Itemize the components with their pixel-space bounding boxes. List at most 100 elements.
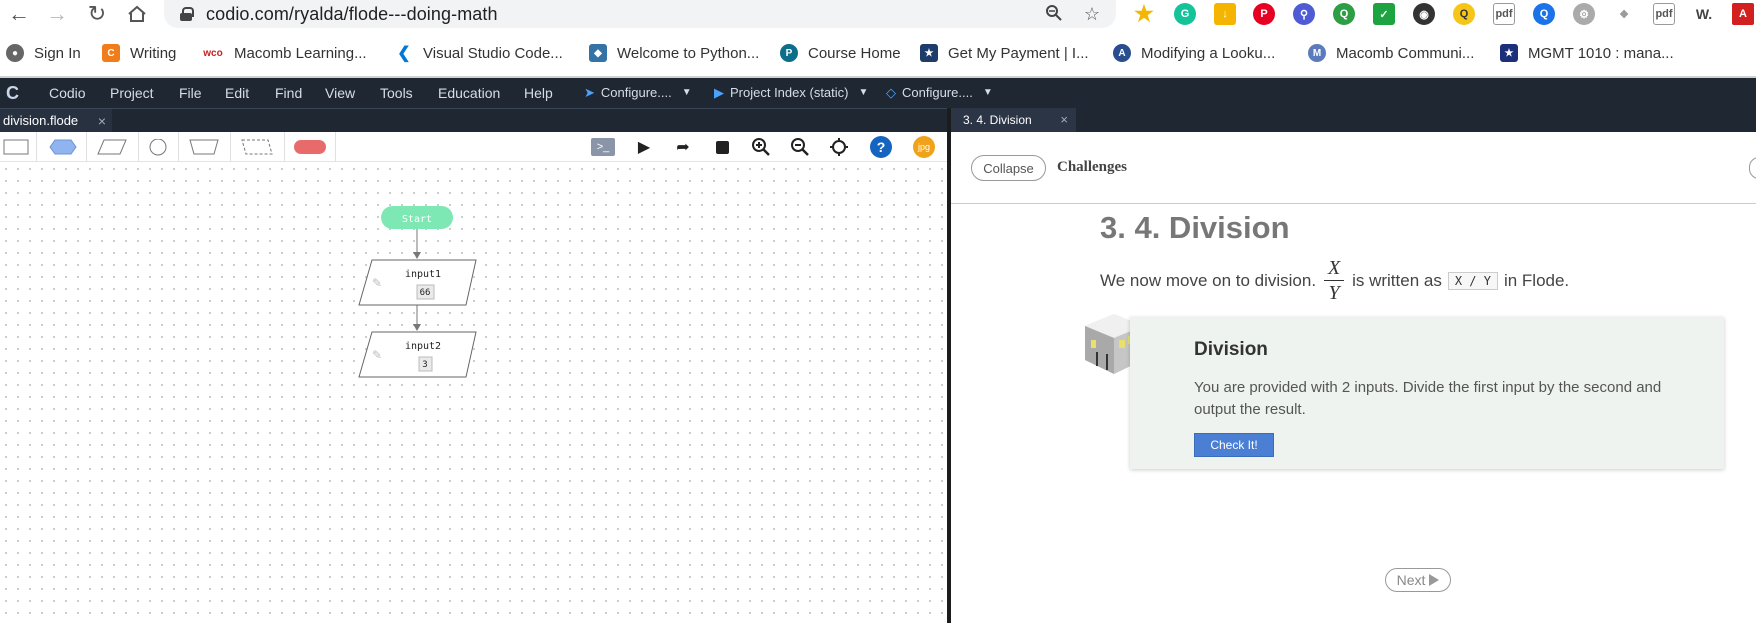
guide-panel: Collapse Challenges 3. 4. Division We no… [951,132,1756,623]
challenges-label[interactable]: Challenges [1057,159,1127,176]
bookmark-course-home[interactable]: P Course Home [780,38,901,68]
pdf-doc-icon[interactable]: pdf [1653,3,1675,25]
menu-help[interactable]: Help [524,78,553,108]
run-icon[interactable]: ▶ [632,136,656,158]
download-icon[interactable]: ↓ [1214,3,1236,25]
bookmark-python[interactable]: ◆ Welcome to Python... [589,38,759,68]
menu-edit[interactable]: Edit [225,78,249,108]
step-icon[interactable]: ➦ [671,136,695,158]
tab-label: division.flode [3,113,79,128]
intro-text: We now move on to division. X Y is writt… [1100,258,1569,303]
center-target-icon[interactable] [827,136,851,158]
dropbox-icon[interactable]: ❖ [1613,3,1635,25]
back-arrow-icon[interactable]: ← [0,0,38,28]
decision-shape-icon[interactable] [49,139,77,155]
forward-arrow-icon[interactable]: → [38,0,76,28]
flowchart: Start input1 66 ✎ input2 3 ✎ [358,206,477,378]
flowchart-canvas[interactable]: Start input1 66 ✎ input2 3 ✎ [0,163,947,623]
reload-icon[interactable]: ↻ [78,0,116,28]
trapezoid-shape-icon[interactable] [189,139,219,155]
export-jpg-icon[interactable]: jpg [913,136,935,158]
collapse-button[interactable]: Collapse [971,155,1046,181]
w-extension-icon[interactable]: W. [1693,3,1715,25]
bookmark-writing[interactable]: C Writing [102,38,176,68]
fraction-numerator: X [1327,257,1341,279]
grammarly-icon[interactable]: G [1174,3,1196,25]
menu-file[interactable]: File [179,78,202,108]
io-shape-icon[interactable] [97,139,127,155]
connector-shape-icon[interactable] [149,139,167,157]
search-green-icon[interactable]: Q [1333,3,1355,25]
irs-icon: ★ [920,44,938,62]
search-blue-icon[interactable]: Q [1533,3,1555,25]
bookmark-sign-in[interactable]: ● Sign In [6,38,81,68]
bookmark-label: Get My Payment | I... [948,44,1089,62]
bookmark-vscode[interactable]: ❮ Visual Studio Code... [395,38,563,68]
wco-icon: wco [202,44,224,62]
bookmark-mgmt-1010[interactable]: ★ MGMT 1010 : mana... [1500,38,1674,68]
menu-find[interactable]: Find [275,78,302,108]
search-yellow-icon[interactable]: Q [1453,3,1475,25]
next-button[interactable]: Next [1385,568,1451,592]
zoom-in-icon[interactable] [749,136,773,158]
project-index-label: Project Index (static) [730,85,849,100]
page-title: 3. 4. Division [1100,210,1290,245]
menu-education[interactable]: Education [438,78,500,108]
checkmark-icon[interactable]: ✓ [1373,3,1395,25]
python-icon: ◆ [589,44,607,62]
lock-icon [180,7,194,21]
diamond-icon: ◇ [886,85,896,100]
zoom-out-icon[interactable] [788,136,812,158]
toolbar-divider [36,132,37,162]
codio-logo-icon[interactable]: C [6,84,24,102]
guide-options-button[interactable] [1749,157,1756,179]
menu-project[interactable]: Project [110,78,154,108]
pencil-icon[interactable]: ✎ [372,276,382,290]
bookmark-get-payment[interactable]: ★ Get My Payment | I... [920,38,1089,68]
home-icon[interactable] [118,0,156,28]
address-bar[interactable]: codio.com/ryalda/flode---doing-math ☆ [164,0,1116,28]
close-tab-icon[interactable]: × [1060,108,1068,132]
terminator-shape-icon[interactable] [293,139,327,155]
star-badge-icon: ★ [1500,44,1518,62]
menu-tools[interactable]: Tools [380,78,413,108]
bookmark-star-icon[interactable]: ☆ [1082,4,1102,24]
input-node-1[interactable]: input1 66 ✎ [358,259,477,306]
terminal-icon[interactable]: >_ [591,138,615,156]
check-it-button[interactable]: Check It! [1194,433,1274,457]
configure-menu-2[interactable]: ◇ Configure.... ▼ [886,78,993,108]
pdf-icon[interactable]: pdf [1493,3,1515,25]
bookmarks-bar: ● Sign In C Writing wco Macomb Learning.… [0,38,1756,68]
favorites-star-icon[interactable]: ★ [1133,1,1155,26]
gear-icon[interactable]: ⚙ [1573,3,1595,25]
project-index-menu[interactable]: ▶ Project Index (static) ▼ [714,78,868,108]
bookmark-label: Course Home [808,44,901,62]
configure-label: Configure.... [600,85,672,100]
bookmark-macomb-learning[interactable]: wco Macomb Learning... [202,38,367,68]
stop-icon[interactable] [710,136,734,158]
url-text[interactable]: codio.com/ryalda/flode---doing-math [206,4,498,25]
github-icon[interactable]: ◉ [1413,3,1435,25]
zoom-icon[interactable] [1044,4,1064,24]
code-snippet: X / Y [1447,271,1498,290]
menu-view[interactable]: View [325,78,355,108]
dashed-shape-icon[interactable] [241,139,273,155]
editor-tabbar: division.flode × [0,108,947,133]
close-tab-icon[interactable]: × [98,109,106,133]
tab-division-guide[interactable]: 3. 4. Division × [951,108,1076,132]
menu-codio[interactable]: Codio [49,78,86,108]
fraction-bar [1324,280,1345,281]
process-shape-icon[interactable] [3,139,29,155]
pencil-icon[interactable]: ✎ [372,348,382,362]
magnifier-ext-icon[interactable]: ⚲ [1293,3,1315,25]
bookmark-macomb-communi[interactable]: M Macomb Communi... [1308,38,1474,68]
configure-menu-1[interactable]: ➤ Configure.... ▼ [584,78,692,108]
acrobat-icon[interactable]: A [1732,3,1754,25]
bookmark-label: Modifying a Looku... [1141,44,1276,62]
start-node[interactable]: Start [381,206,453,229]
bookmark-modifying-lookup[interactable]: A Modifying a Looku... [1113,38,1275,68]
pinterest-icon[interactable]: P [1253,3,1275,25]
help-icon[interactable]: ? [870,136,892,158]
tab-division-flode[interactable]: division.flode × [0,109,112,133]
input-node-2[interactable]: input2 3 ✎ [358,331,477,378]
